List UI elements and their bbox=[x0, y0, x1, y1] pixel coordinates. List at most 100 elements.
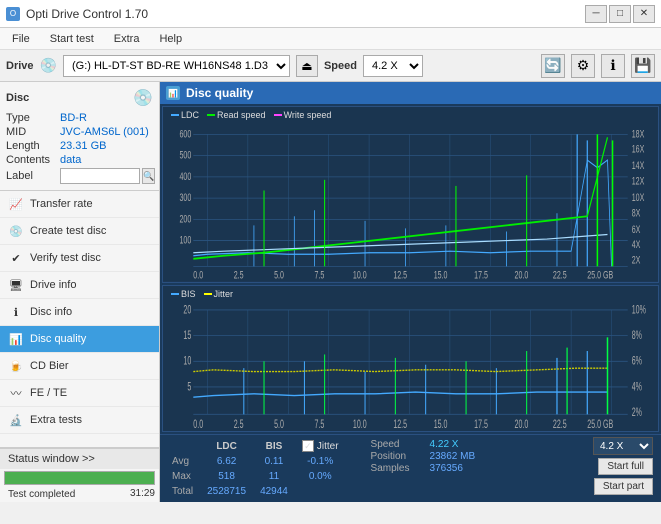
sidebar: Disc 💿 Type BD-R MID JVC-AMS6L (001) Len… bbox=[0, 82, 160, 502]
chart2-svg: 20 15 10 5 10% 8% 6% 4% 2% 0.0 2.5 5.0 7… bbox=[163, 286, 658, 431]
samples-stat-label: Samples bbox=[371, 463, 426, 474]
sidebar-item-verify-test-disc[interactable]: ✔ Verify test disc bbox=[0, 245, 159, 272]
nav-label-extra-tests: Extra tests bbox=[30, 414, 82, 426]
start-part-button[interactable]: Start part bbox=[594, 478, 653, 495]
svg-text:20.0: 20.0 bbox=[515, 269, 529, 281]
disc-panel: Disc 💿 Type BD-R MID JVC-AMS6L (001) Len… bbox=[0, 82, 159, 191]
refresh-button[interactable]: 🔄 bbox=[541, 54, 565, 78]
svg-text:7.5: 7.5 bbox=[315, 418, 325, 431]
legend-ldc: LDC bbox=[171, 110, 199, 120]
start-full-button[interactable]: Start full bbox=[598, 458, 653, 475]
legend-ldc-label: LDC bbox=[181, 110, 199, 120]
svg-text:6%: 6% bbox=[632, 355, 642, 368]
disc-quality-header-icon: 📊 bbox=[166, 86, 180, 100]
svg-text:14X: 14X bbox=[632, 160, 645, 172]
ldc-header: LDC bbox=[201, 439, 252, 453]
svg-text:5.0: 5.0 bbox=[274, 418, 284, 431]
sidebar-item-create-test-disc[interactable]: 💿 Create test disc bbox=[0, 218, 159, 245]
disc-label-row: Label 🔍 bbox=[6, 168, 153, 184]
nav-label-drive-info: Drive info bbox=[30, 279, 76, 291]
drive-icon: 💿 bbox=[40, 57, 57, 74]
disc-image-icon: 💿 bbox=[133, 88, 153, 108]
samples-stat-value: 376356 bbox=[430, 463, 463, 474]
svg-text:2.5: 2.5 bbox=[234, 418, 244, 431]
disc-quality-title: Disc quality bbox=[186, 86, 253, 100]
right-stats: Speed 4.22 X Position 23862 MB Samples 3… bbox=[371, 439, 476, 474]
svg-text:0.0: 0.0 bbox=[193, 418, 203, 431]
nav-label-verify-test-disc: Verify test disc bbox=[30, 252, 101, 264]
save-button[interactable]: 💾 bbox=[631, 54, 655, 78]
length-value: 23.31 GB bbox=[60, 140, 106, 152]
drive-info-icon: 🖥 bbox=[8, 277, 24, 293]
menu-start-test[interactable]: Start test bbox=[42, 31, 102, 47]
disc-type-row: Type BD-R bbox=[6, 112, 153, 124]
nav-label-create-test-disc: Create test disc bbox=[30, 225, 106, 237]
svg-text:22.5: 22.5 bbox=[553, 418, 567, 431]
close-button[interactable]: ✕ bbox=[633, 5, 655, 23]
sidebar-item-extra-tests[interactable]: 🔬 Extra tests bbox=[0, 407, 159, 434]
menu-help[interactable]: Help bbox=[151, 31, 190, 47]
menu-extra[interactable]: Extra bbox=[106, 31, 148, 47]
samples-stat-row: Samples 376356 bbox=[371, 463, 476, 474]
svg-text:5.0: 5.0 bbox=[274, 269, 284, 281]
eject-button[interactable]: ⏏ bbox=[296, 55, 318, 77]
bis-legend-dot bbox=[171, 293, 179, 295]
speed-dropdown[interactable]: 4.2 X bbox=[593, 437, 653, 455]
progress-bar-bg bbox=[4, 471, 155, 485]
nav-label-cd-bier: CD Bier bbox=[30, 360, 69, 372]
nav-items: 📈 Transfer rate 💿 Create test disc ✔ Ver… bbox=[0, 191, 159, 447]
svg-text:2%: 2% bbox=[632, 406, 642, 419]
sidebar-item-cd-bier[interactable]: 🍺 CD Bier bbox=[0, 353, 159, 380]
stats-table: LDC BIS ✓ Jitter Avg 6.62 0.11 -0.1% bbox=[164, 437, 347, 500]
svg-text:10: 10 bbox=[183, 355, 191, 368]
legend-bis-label: BIS bbox=[181, 289, 196, 299]
drive-select[interactable]: (G:) HL-DT-ST BD-RE WH16NS48 1.D3 bbox=[63, 55, 290, 77]
info-button[interactable]: ℹ bbox=[601, 54, 625, 78]
menubar: File Start test Extra Help bbox=[0, 28, 661, 50]
titlebar-left: O Opti Drive Control 1.70 bbox=[6, 7, 148, 21]
jitter-check-icon: ✓ bbox=[302, 440, 314, 452]
menu-file[interactable]: File bbox=[4, 31, 38, 47]
app-icon: O bbox=[6, 7, 20, 21]
svg-text:100: 100 bbox=[179, 234, 191, 246]
sidebar-item-fe-te[interactable]: 〰 FE / TE bbox=[0, 380, 159, 407]
label-label: Label bbox=[6, 170, 58, 182]
position-stat-row: Position 23862 MB bbox=[371, 451, 476, 462]
settings-button[interactable]: ⚙ bbox=[571, 54, 595, 78]
sidebar-item-disc-info[interactable]: ℹ Disc info bbox=[0, 299, 159, 326]
maximize-button[interactable]: □ bbox=[609, 5, 631, 23]
titlebar-title: Opti Drive Control 1.70 bbox=[26, 7, 148, 21]
create-test-disc-icon: 💿 bbox=[8, 223, 24, 239]
max-bis: 11 bbox=[254, 470, 294, 483]
verify-test-disc-icon: ✔ bbox=[8, 250, 24, 266]
svg-text:15.0: 15.0 bbox=[434, 269, 448, 281]
svg-text:200: 200 bbox=[179, 213, 191, 225]
status-time: 31:29 bbox=[130, 488, 155, 501]
jitter-legend-dot bbox=[204, 293, 212, 295]
minimize-button[interactable]: ─ bbox=[585, 5, 607, 23]
svg-text:300: 300 bbox=[179, 192, 191, 204]
label-input[interactable] bbox=[60, 168, 140, 184]
svg-text:16X: 16X bbox=[632, 143, 645, 155]
read-speed-legend-dot bbox=[207, 114, 215, 116]
titlebar: O Opti Drive Control 1.70 ─ □ ✕ bbox=[0, 0, 661, 28]
svg-text:10.0: 10.0 bbox=[353, 418, 367, 431]
speed-label: Speed bbox=[324, 60, 357, 72]
svg-text:12X: 12X bbox=[632, 175, 645, 187]
jitter-checkbox[interactable]: ✓ Jitter bbox=[302, 440, 339, 452]
nav-label-disc-quality: Disc quality bbox=[30, 333, 86, 345]
status-bar: Status window >> Test completed 31:29 bbox=[0, 447, 159, 502]
ldc-legend-dot bbox=[171, 114, 179, 116]
label-button[interactable]: 🔍 bbox=[142, 168, 155, 184]
type-label: Type bbox=[6, 112, 58, 124]
sidebar-item-drive-info[interactable]: 🖥 Drive info bbox=[0, 272, 159, 299]
total-bis: 42944 bbox=[254, 485, 294, 498]
sidebar-item-disc-quality[interactable]: 📊 Disc quality bbox=[0, 326, 159, 353]
legend-jitter-label: Jitter bbox=[214, 289, 234, 299]
speed-select[interactable]: 4.2 X bbox=[363, 55, 423, 77]
sidebar-item-transfer-rate[interactable]: 📈 Transfer rate bbox=[0, 191, 159, 218]
svg-text:400: 400 bbox=[179, 170, 191, 182]
main-layout: Disc 💿 Type BD-R MID JVC-AMS6L (001) Len… bbox=[0, 82, 661, 502]
position-stat-label: Position bbox=[371, 451, 426, 462]
status-window-button[interactable]: Status window >> bbox=[0, 448, 159, 469]
